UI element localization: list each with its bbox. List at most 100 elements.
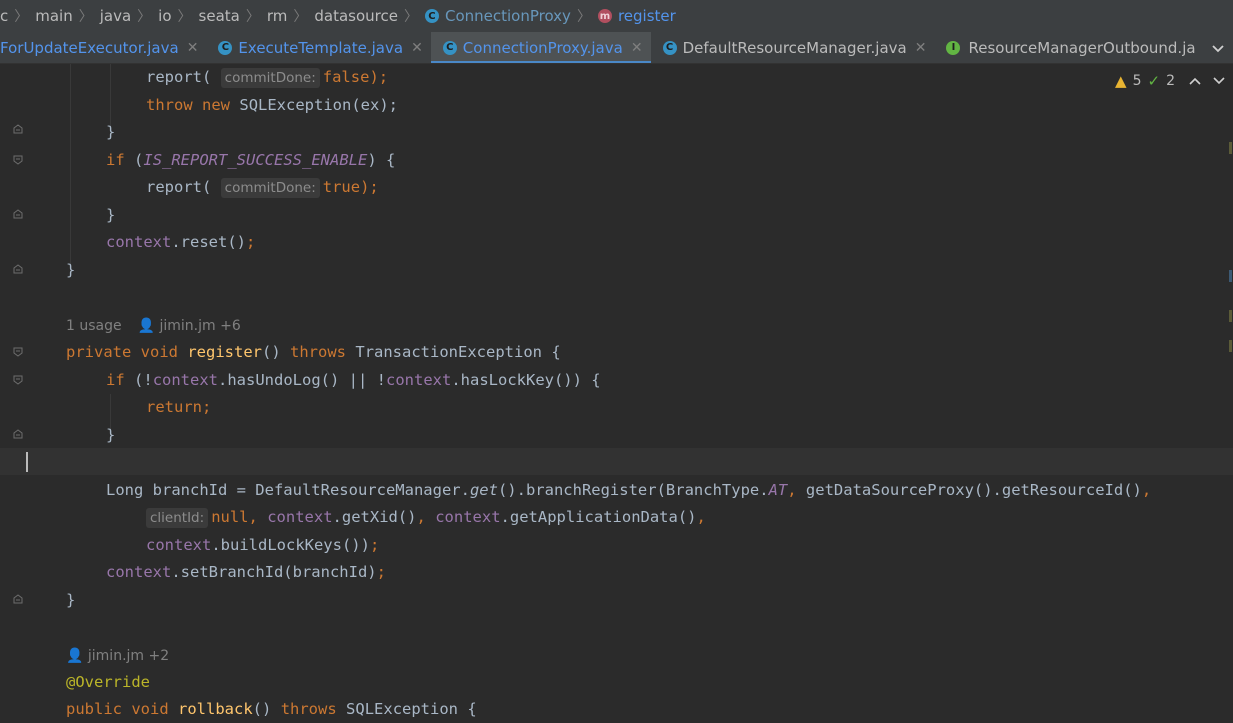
weak-warning-count: 2 (1166, 73, 1175, 89)
code-token: } (66, 261, 76, 279)
breadcrumb-item-c[interactable]: c (0, 7, 8, 25)
tab-connectionproxy[interactable]: C ConnectionProxy.java ✕ (430, 32, 651, 63)
code-line[interactable]: } (66, 257, 75, 284)
breadcrumb-item-datasource[interactable]: datasource (314, 7, 398, 25)
code-line[interactable]: } (106, 119, 115, 146)
breadcrumb-item-rm[interactable]: rm (267, 7, 288, 25)
code-token: null (211, 508, 249, 526)
code-token: get (469, 481, 498, 499)
code-line[interactable]: private void register() throws Transacti… (66, 339, 561, 366)
code-token: report( (146, 68, 212, 86)
chevron-down-icon[interactable] (1213, 73, 1225, 89)
fold-end-icon[interactable] (13, 594, 23, 604)
code-token: .hasUndoLog() || ! (218, 371, 386, 389)
code-editor[interactable]: ▲ 5 ✓ 2 report( commitDone: false); throw… (0, 64, 1233, 718)
breadcrumb-item-class[interactable]: C ConnectionProxy (424, 7, 571, 25)
breadcrumb-label: datasource (314, 7, 398, 25)
scrollbar-marker[interactable] (1229, 310, 1232, 322)
code-line[interactable]: throw new SQLException(ex); (146, 92, 398, 119)
code-line[interactable]: Long branchId = DefaultResourceManager.g… (106, 477, 1151, 504)
code-line[interactable]: report( commitDone: true); (146, 174, 379, 201)
close-icon[interactable]: ✕ (915, 40, 927, 56)
chevron-right-icon: 〉 (293, 9, 308, 25)
code-token: if (106, 151, 125, 169)
check-icon: ✓ (1147, 72, 1161, 90)
close-icon[interactable]: ✕ (631, 40, 643, 56)
fold-end-icon[interactable] (13, 429, 23, 439)
code-line[interactable]: if (!context.hasUndoLog() || !context.ha… (106, 367, 601, 394)
code-token: ) { (367, 151, 396, 169)
code-line[interactable]: context.reset(); (106, 229, 255, 256)
code-token: context (106, 233, 172, 251)
code-token: TransactionException { (355, 343, 561, 361)
breadcrumb-label: main (35, 7, 73, 25)
code-line[interactable]: } (106, 422, 115, 449)
fold-start-icon[interactable] (13, 347, 23, 357)
chevron-right-icon: 〉 (177, 9, 192, 25)
code-token: ); (360, 178, 379, 196)
breadcrumb-item-method[interactable]: m register (597, 7, 676, 25)
close-icon[interactable]: ✕ (411, 40, 423, 56)
breadcrumb-item-seata[interactable]: seata (199, 7, 240, 25)
code-token: AT (768, 481, 788, 499)
tab-label: ExecuteTemplate.java (238, 38, 404, 57)
fold-start-icon[interactable] (13, 155, 23, 165)
class-icon: C (662, 40, 677, 55)
close-icon[interactable]: ✕ (187, 40, 199, 56)
chevron-up-icon[interactable] (1189, 73, 1201, 89)
scrollbar-marker[interactable] (1229, 340, 1232, 352)
chevron-right-icon: 〉 (78, 9, 93, 25)
code-vision-hint[interactable]: 👤 jimin.jm +2 (66, 646, 169, 666)
breadcrumb-item-java[interactable]: java (100, 7, 131, 25)
tab-resourcemanageroutbound[interactable]: I ResourceManagerOutbound.ja (934, 32, 1203, 63)
tab-defaultresourcemanager[interactable]: C DefaultResourceManager.java ✕ (651, 32, 935, 63)
code-token: register (187, 343, 262, 361)
tab-executetemplate[interactable]: C ExecuteTemplate.java ✕ (206, 32, 430, 63)
tab-forupdateexecutor[interactable]: ForUpdateExecutor.java ✕ (0, 32, 206, 63)
fold-start-icon[interactable] (13, 375, 23, 385)
breadcrumb-label: seata (198, 7, 240, 25)
text-caret (26, 452, 28, 472)
code-line[interactable]: clientId: null, context.getXid(), context… (146, 504, 706, 531)
interface-icon: I (946, 40, 961, 55)
scrollbar-marker[interactable] (1229, 270, 1232, 282)
code-token: new (202, 96, 231, 114)
fold-end-icon[interactable] (13, 209, 23, 219)
code-token: context (152, 371, 219, 389)
code-token: context (267, 508, 333, 526)
tabs-dropdown-button[interactable] (1204, 32, 1233, 63)
code-line[interactable]: report( commitDone: false); (146, 64, 388, 91)
code-token: public (66, 700, 122, 718)
code-token: IS_REPORT_SUCCESS_ENABLE (143, 151, 368, 169)
code-line[interactable]: context.buildLockKeys()); (146, 532, 379, 559)
code-line[interactable]: } (106, 202, 115, 229)
code-vision-hint[interactable]: 1 usage 👤 jimin.jm +6 (66, 316, 241, 336)
fold-end-icon[interactable] (13, 264, 23, 274)
author-info[interactable]: jimin.jm +2 (88, 648, 169, 664)
code-line[interactable]: public void rollback() throws SQLExcepti… (66, 696, 477, 723)
code-line[interactable]: if (IS_REPORT_SUCCESS_ENABLE) { (106, 147, 395, 174)
code-token: () (262, 343, 281, 361)
fold-end-icon[interactable] (13, 124, 23, 134)
code-token: context (146, 536, 212, 554)
chevron-right-icon: 〉 (14, 9, 29, 25)
chevron-right-icon: 〉 (403, 9, 418, 25)
indent-guide (70, 64, 71, 264)
code-token: ( (134, 151, 144, 169)
author-info[interactable]: jimin.jm +6 (160, 318, 241, 334)
code-line[interactable]: @Override (66, 669, 150, 696)
inspection-widget[interactable]: ▲ 5 ✓ 2 (1115, 72, 1225, 90)
usage-count[interactable]: 1 usage (66, 318, 122, 334)
scrollbar-marker[interactable] (1229, 142, 1232, 154)
person-icon: 👤 (66, 648, 84, 664)
code-token: void (140, 343, 178, 361)
code-line[interactable]: } (66, 587, 75, 614)
code-line[interactable]: context.setBranchId(branchId); (106, 559, 386, 586)
code-token: , (696, 508, 706, 526)
code-token: .setBranchId(branchId) (171, 563, 377, 581)
breadcrumb-item-io[interactable]: io (158, 7, 171, 25)
code-line[interactable]: return; (146, 394, 211, 421)
code-token: throw (146, 96, 193, 114)
code-token: } (106, 123, 116, 141)
breadcrumb-item-main[interactable]: main (35, 7, 72, 25)
